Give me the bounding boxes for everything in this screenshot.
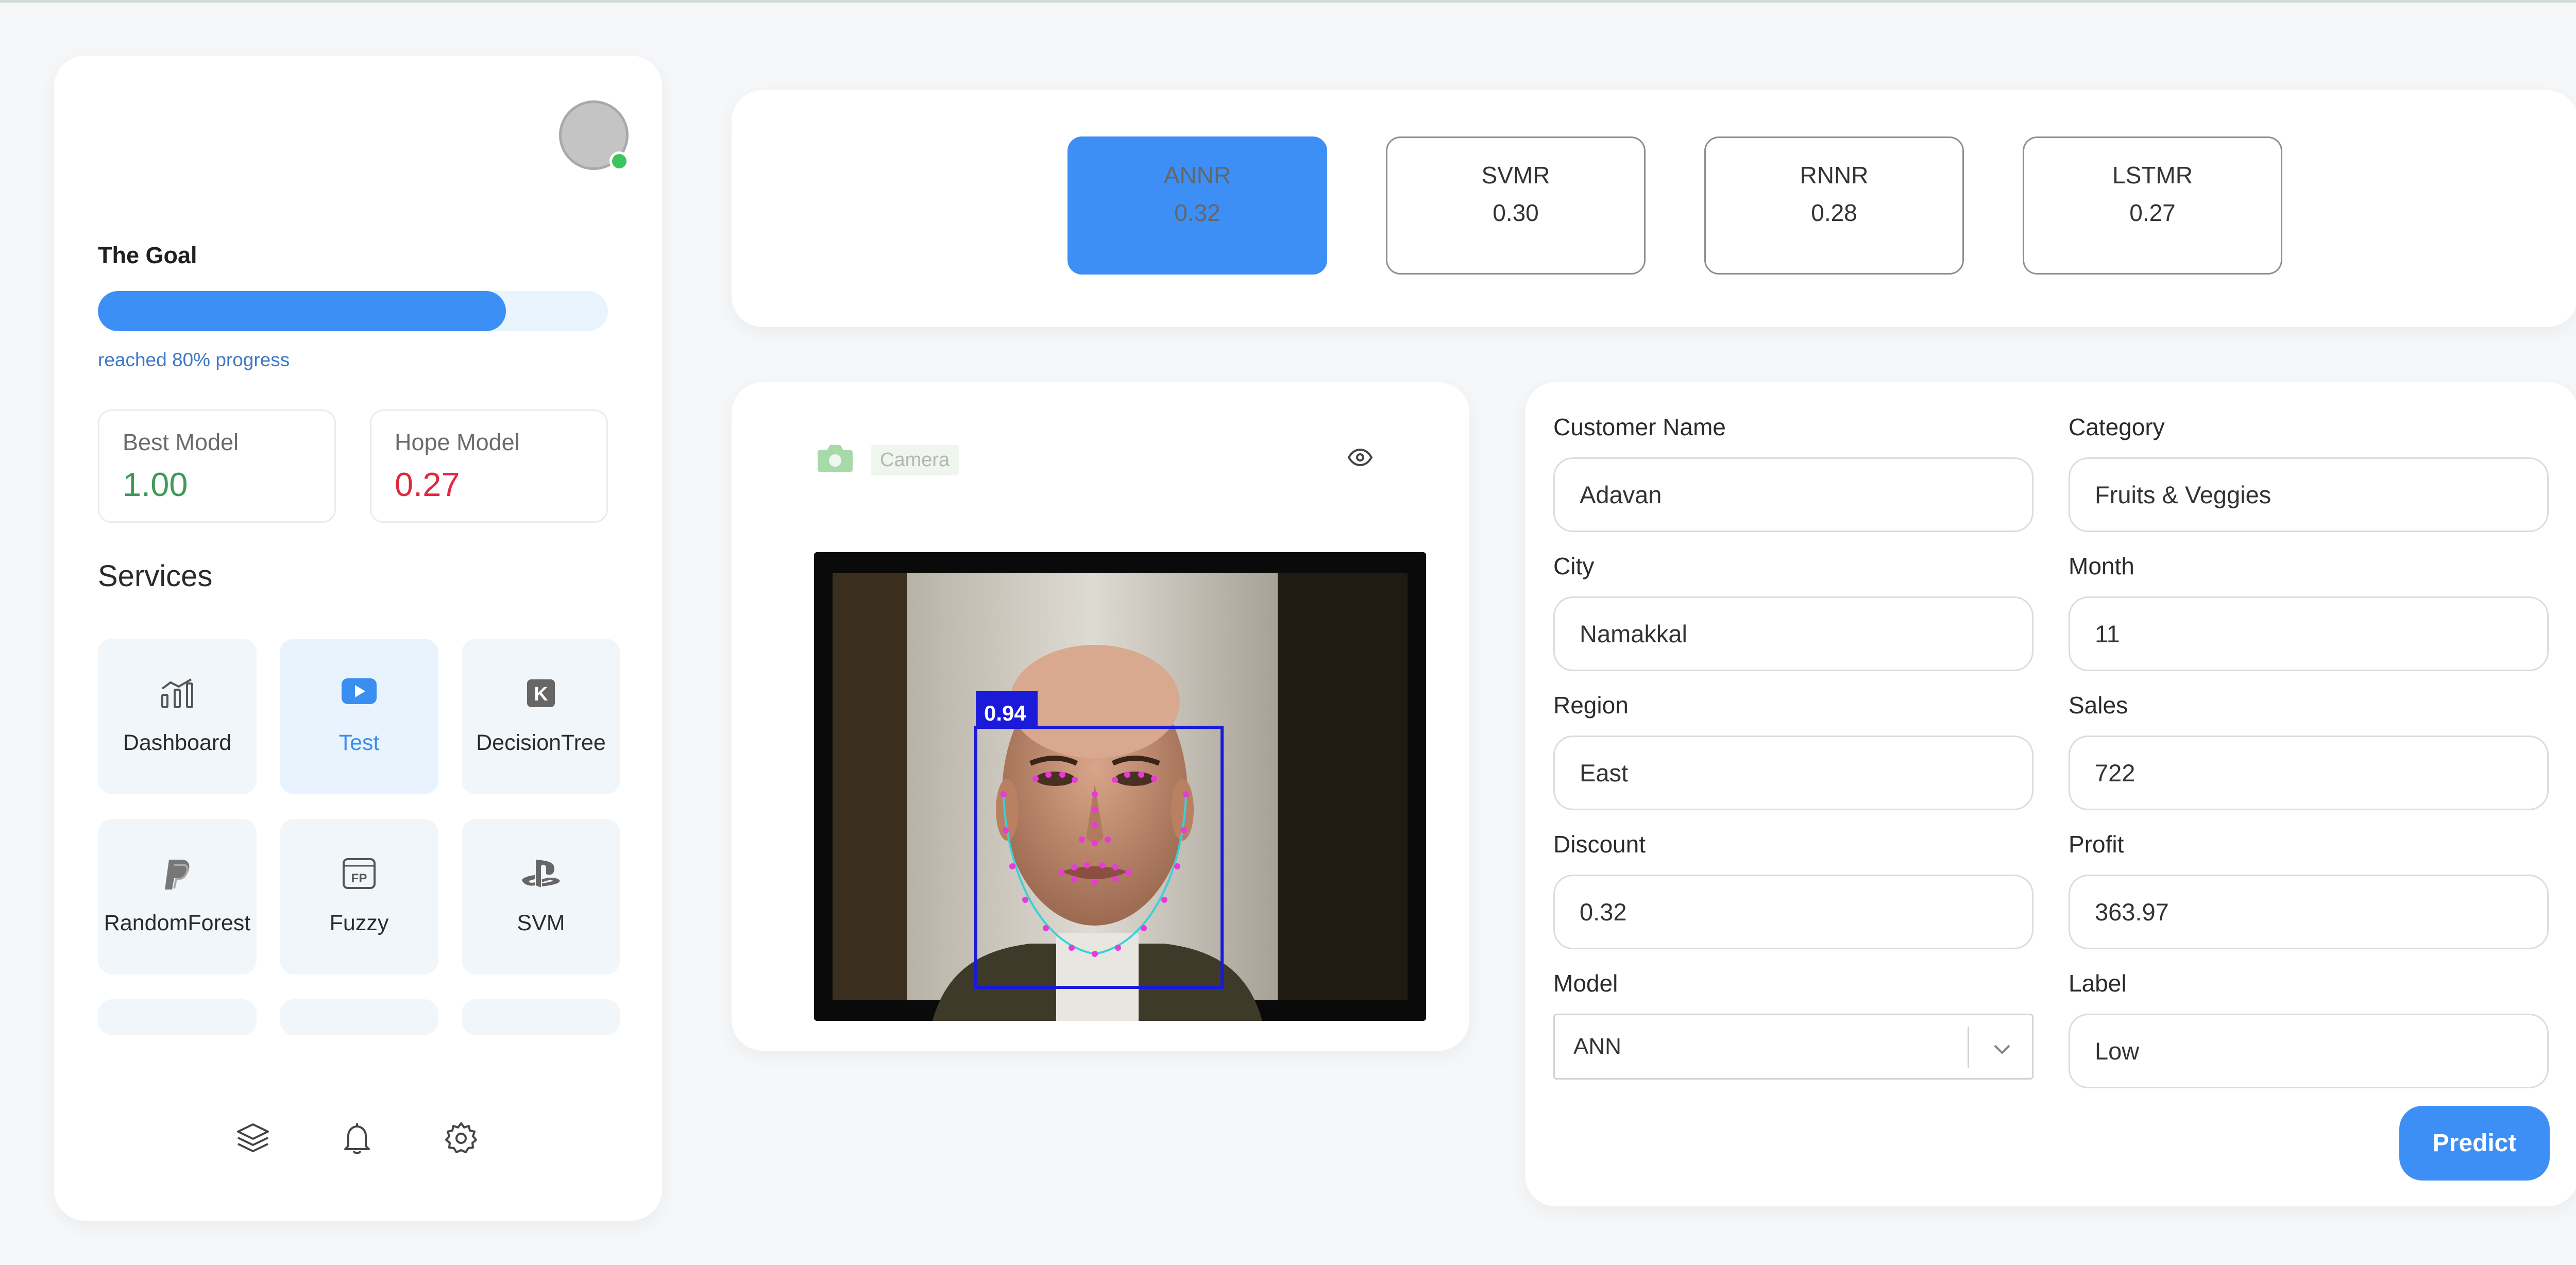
service-label: Fuzzy bbox=[329, 911, 389, 935]
model-score-bar: ANNR 0.32 SVMR 0.30 RNNR 0.28 LSTMR 0.27 bbox=[732, 90, 2576, 327]
gear-icon[interactable] bbox=[440, 1118, 482, 1159]
model-score: 0.32 bbox=[1174, 199, 1221, 226]
service-tile-partial[interactable] bbox=[462, 999, 620, 1035]
discount-input[interactable]: 0.32 bbox=[1553, 875, 2033, 949]
paypal-icon bbox=[98, 858, 257, 892]
model-tab-rnnr[interactable]: RNNR 0.28 bbox=[1704, 136, 1964, 275]
service-tile-partial[interactable] bbox=[280, 999, 438, 1035]
customer-name-label: Customer Name bbox=[1553, 414, 1726, 440]
goal-progress-fill bbox=[98, 291, 506, 331]
k-badge-icon: K bbox=[462, 677, 620, 709]
camera-feed: 0.94 bbox=[814, 552, 1426, 1021]
region-input[interactable]: East bbox=[1553, 736, 2033, 810]
sales-input[interactable]: 722 bbox=[2069, 736, 2549, 810]
hope-model-label: Hope Model bbox=[395, 429, 520, 455]
city-label: City bbox=[1553, 553, 1595, 579]
service-svm[interactable]: SVM bbox=[462, 819, 620, 975]
model-score: 0.30 bbox=[1493, 199, 1539, 226]
service-label: Dashboard bbox=[123, 730, 232, 755]
layers-icon[interactable] bbox=[232, 1118, 274, 1159]
category-label: Category bbox=[2069, 414, 2165, 440]
service-tile-partial[interactable] bbox=[98, 999, 257, 1035]
hope-model-card: Hope Model 0.27 bbox=[370, 409, 608, 523]
model-tab-annr[interactable]: ANNR 0.32 bbox=[1067, 136, 1327, 275]
model-tab-lstmr[interactable]: LSTMR 0.27 bbox=[2023, 136, 2282, 275]
model-name: LSTMR bbox=[2112, 162, 2193, 189]
model-select[interactable]: ANN bbox=[1553, 1014, 2033, 1080]
sidebar bbox=[54, 56, 662, 1221]
service-label: DecisionTree bbox=[476, 730, 606, 755]
svg-text:FP: FP bbox=[351, 871, 367, 885]
category-input[interactable]: Fruits & Veggies bbox=[2069, 457, 2549, 532]
select-divider bbox=[1968, 1027, 1969, 1068]
service-test[interactable]: Test bbox=[280, 639, 438, 794]
best-model-card: Best Model 1.00 bbox=[98, 409, 336, 523]
model-label: Model bbox=[1553, 970, 1618, 997]
month-input[interactable]: 11 bbox=[2069, 596, 2549, 671]
goal-label: The Goal bbox=[98, 242, 197, 268]
service-randomforest[interactable]: RandomForest bbox=[98, 819, 257, 975]
detection-score: 0.94 bbox=[984, 701, 1026, 725]
label-label: Label bbox=[2069, 970, 2127, 997]
online-status-dot bbox=[609, 151, 629, 171]
model-name: SVMR bbox=[1481, 162, 1550, 189]
service-label: SVM bbox=[517, 911, 565, 935]
city-input[interactable]: Namakkal bbox=[1553, 596, 2033, 671]
discount-label: Discount bbox=[1553, 831, 1646, 858]
playstation-icon bbox=[462, 858, 620, 888]
camera-icon[interactable] bbox=[817, 443, 854, 475]
profit-label: Profit bbox=[2069, 831, 2124, 858]
services-title: Services bbox=[98, 559, 213, 593]
service-label: Test bbox=[338, 730, 380, 755]
bell-icon[interactable] bbox=[336, 1118, 378, 1159]
region-label: Region bbox=[1553, 692, 1629, 719]
model-score: 0.27 bbox=[2129, 199, 2176, 226]
model-tab-svmr[interactable]: SVMR 0.30 bbox=[1386, 136, 1646, 275]
customer-name-input[interactable]: Adavan bbox=[1553, 457, 2033, 532]
progress-text: reached 80% progress bbox=[98, 349, 290, 370]
goal-progress-bar bbox=[98, 291, 608, 331]
svg-text:K: K bbox=[534, 683, 548, 705]
best-model-value: 1.00 bbox=[123, 466, 188, 503]
label-input[interactable]: Low bbox=[2069, 1014, 2549, 1088]
profit-input[interactable]: 363.97 bbox=[2069, 875, 2549, 949]
service-label: RandomForest bbox=[104, 911, 251, 935]
youtube-icon bbox=[280, 677, 438, 705]
top-border bbox=[0, 0, 2576, 3]
model-name: RNNR bbox=[1800, 162, 1869, 189]
chart-icon bbox=[98, 677, 257, 709]
service-dashboard[interactable]: Dashboard bbox=[98, 639, 257, 794]
model-name: ANNR bbox=[1163, 162, 1231, 189]
eye-icon[interactable] bbox=[1347, 448, 1373, 469]
predict-button[interactable]: Predict bbox=[2399, 1106, 2550, 1181]
fp-badge-icon: FP bbox=[280, 858, 438, 890]
model-select-value: ANN bbox=[1573, 1034, 1621, 1059]
model-score: 0.28 bbox=[1811, 199, 1857, 226]
service-fuzzy[interactable]: FP Fuzzy bbox=[280, 819, 438, 975]
month-label: Month bbox=[2069, 553, 2134, 579]
chevron-down-icon[interactable] bbox=[1992, 1036, 2012, 1062]
camera-panel: Camera 0.94 bbox=[732, 382, 1469, 1051]
hope-model-value: 0.27 bbox=[395, 466, 460, 503]
service-decisiontree[interactable]: K DecisionTree bbox=[462, 639, 620, 794]
sales-label: Sales bbox=[2069, 692, 2128, 719]
camera-label[interactable]: Camera bbox=[871, 445, 959, 475]
best-model-label: Best Model bbox=[123, 429, 239, 455]
